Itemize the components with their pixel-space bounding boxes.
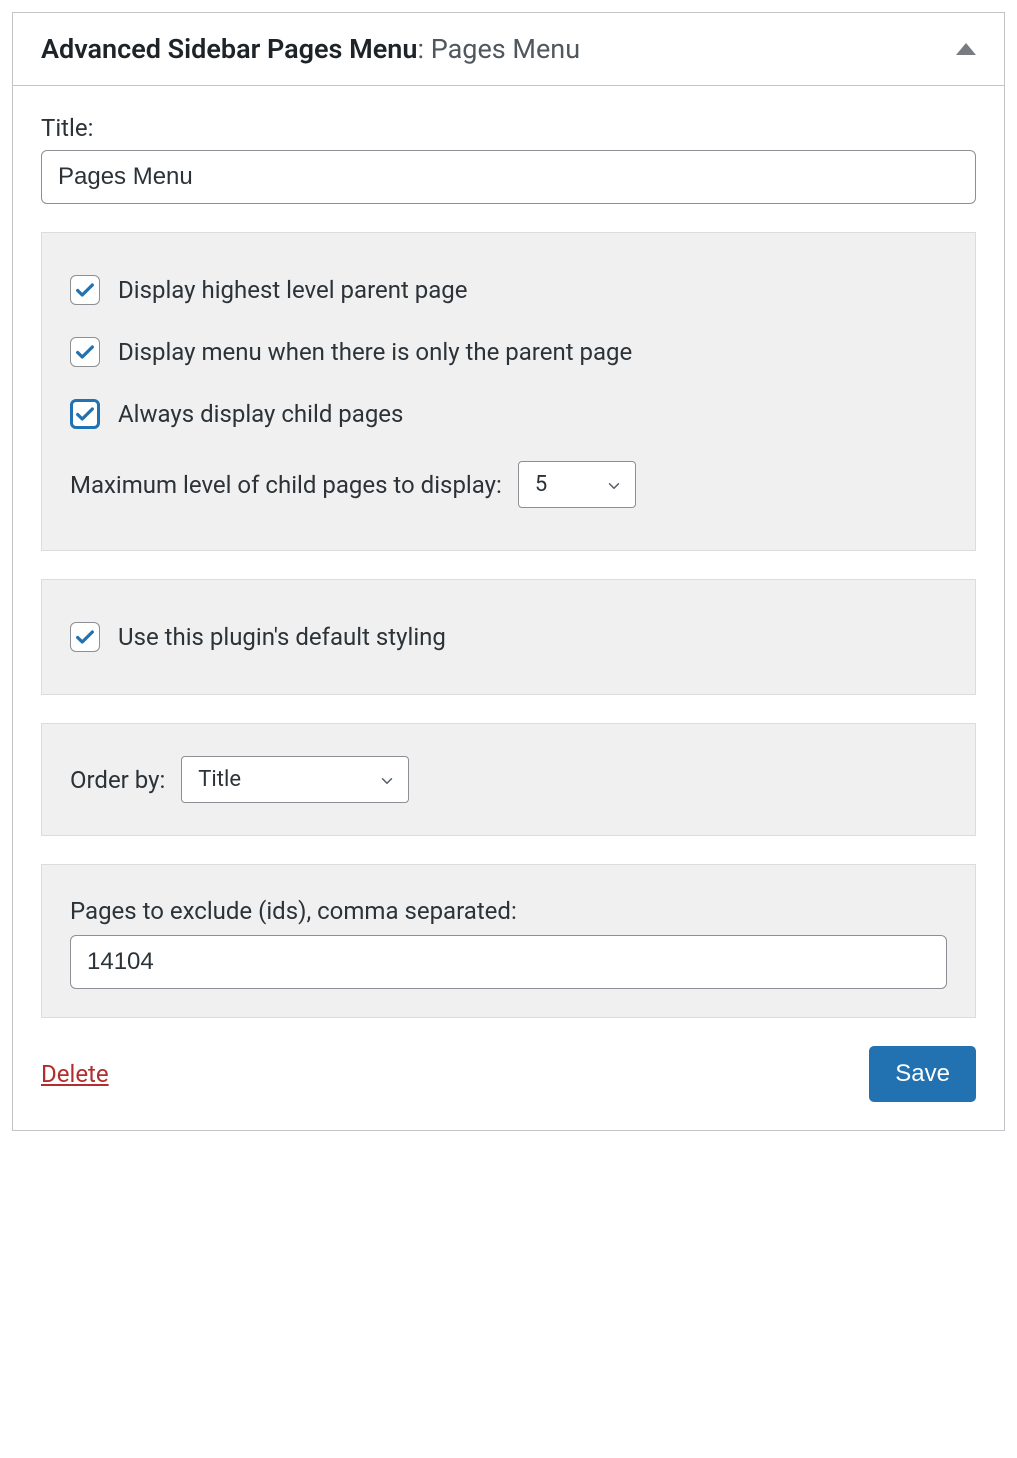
max-level-select[interactable]: 5 [518,461,636,508]
check-icon [74,626,96,648]
order-by-label: Order by: [70,766,165,794]
title-input[interactable] [41,150,976,204]
label-default-styling: Use this plugin's default styling [118,623,446,651]
title-label: Title: [41,114,976,142]
widget-title: Advanced Sidebar Pages Menu: Pages Menu [41,33,580,65]
checkbox-default-styling[interactable] [70,622,100,652]
widget-footer: Delete Save [41,1046,976,1102]
check-icon [74,279,96,301]
checkbox-always-child[interactable] [70,399,100,429]
order-by-value: Title [198,767,241,792]
save-button[interactable]: Save [869,1046,976,1102]
row-always-child: Always display child pages [70,399,947,429]
order-by-select[interactable]: Title [181,756,409,803]
exclude-panel: Pages to exclude (ids), comma separated: [41,864,976,1018]
label-display-only-parent: Display menu when there is only the pare… [118,338,632,366]
row-display-highest: Display highest level parent page [70,275,947,305]
widget-body: Title: Display highest level parent page… [13,86,1004,1130]
widget-container: Advanced Sidebar Pages Menu: Pages Menu … [12,12,1005,1131]
label-always-child: Always display child pages [118,400,403,428]
exclude-label: Pages to exclude (ids), comma separated: [70,897,947,925]
check-icon [74,341,96,363]
styling-panel: Use this plugin's default styling [41,579,976,695]
max-level-value: 5 [535,472,547,497]
row-display-only-parent: Display menu when there is only the pare… [70,337,947,367]
delete-link[interactable]: Delete [41,1060,109,1088]
order-panel: Order by: Title [41,723,976,836]
chevron-down-icon [378,771,396,789]
order-by-row: Order by: Title [70,756,947,803]
label-display-highest: Display highest level parent page [118,276,468,304]
exclude-input[interactable] [70,935,947,989]
widget-title-sub: : Pages Menu [417,33,580,65]
checkbox-display-highest[interactable] [70,275,100,305]
chevron-down-icon [605,476,623,494]
check-icon [74,403,96,425]
widget-title-main: Advanced Sidebar Pages Menu [41,33,417,65]
collapse-icon[interactable] [956,43,976,55]
title-field-block: Title: [41,114,976,204]
row-default-styling: Use this plugin's default styling [70,622,947,652]
widget-title-sub-text: Pages Menu [431,33,580,65]
max-level-label: Maximum level of child pages to display: [70,471,502,499]
widget-header[interactable]: Advanced Sidebar Pages Menu: Pages Menu [13,13,1004,86]
display-options-panel: Display highest level parent page Displa… [41,232,976,551]
checkbox-display-only-parent[interactable] [70,337,100,367]
max-level-row: Maximum level of child pages to display:… [70,461,947,508]
